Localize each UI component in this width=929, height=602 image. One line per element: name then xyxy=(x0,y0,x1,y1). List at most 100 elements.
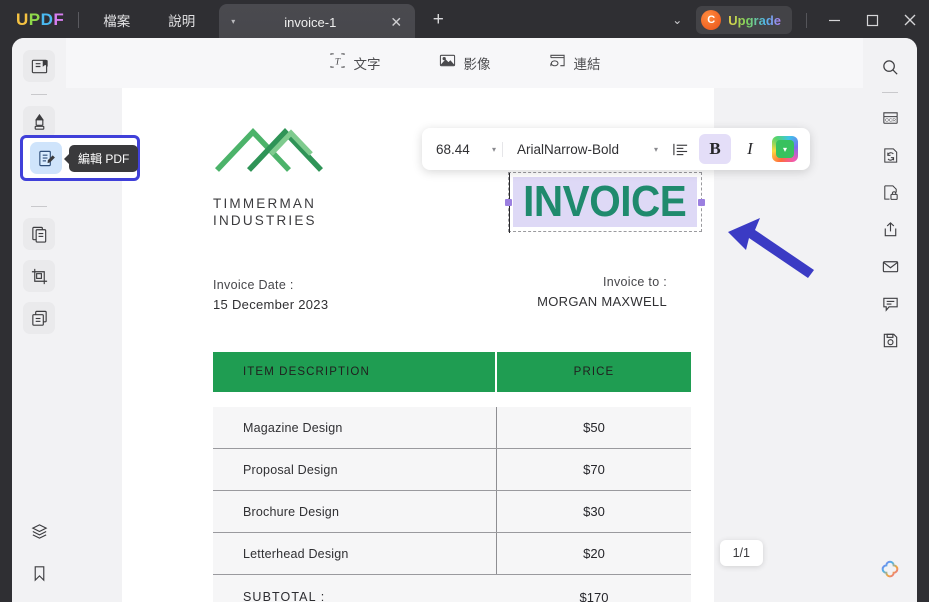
save-disk-icon[interactable] xyxy=(873,323,907,357)
table-subtotal-row[interactable]: SUBTOTAL : $170 xyxy=(213,575,691,602)
table-gap xyxy=(213,392,691,407)
share-upload-icon[interactable] xyxy=(873,212,907,246)
table-cell-price[interactable]: $70 xyxy=(497,449,691,490)
font-family-select[interactable]: ArialNarrow-Bold ▾ xyxy=(502,141,664,157)
subtotal-label: SUBTOTAL : xyxy=(243,590,326,602)
table-cell-price[interactable]: $30 xyxy=(497,491,691,532)
font-size-value: 68.44 xyxy=(436,141,470,157)
updf-logo: UPDF xyxy=(16,10,64,30)
protect-lock-icon[interactable] xyxy=(873,175,907,209)
upgrade-label: Upgrade xyxy=(728,12,781,28)
close-icon[interactable] xyxy=(891,0,929,40)
rail-layers-icon[interactable] xyxy=(30,522,49,546)
invoice-text-selection-box[interactable]: INVOICE xyxy=(505,172,705,233)
updf-window: UPDF 檔案 說明 ▾ invoice-1 ✕ + ⌄ C Upgrade 編… xyxy=(0,0,929,602)
company-name-line1: TIMMERMAN xyxy=(213,196,317,211)
table-header-cell-price: PRICE xyxy=(497,352,691,392)
upgrade-badge: C xyxy=(701,10,722,30)
subtotal-value: $170 xyxy=(579,589,609,602)
tool-image[interactable]: 影像 xyxy=(439,52,491,74)
font-color-picker-icon[interactable]: ▾ xyxy=(772,136,798,162)
color-swatch[interactable]: ▾ xyxy=(776,140,794,158)
tab-close-icon[interactable]: ✕ xyxy=(385,11,407,33)
tab-invoice-1[interactable]: ▾ invoice-1 ✕ xyxy=(219,4,416,40)
table-row[interactable]: Brochure Design $30 xyxy=(213,491,691,533)
rail-bookmark-icon[interactable] xyxy=(30,564,49,588)
table-row[interactable]: Letterhead Design $20 xyxy=(213,533,691,575)
svg-text:T: T xyxy=(334,57,340,67)
ocr-icon[interactable]: OCR xyxy=(873,101,907,135)
tool-link-label: 連結 xyxy=(573,57,601,72)
menu-help[interactable]: 說明 xyxy=(158,6,205,34)
chevron-down-icon[interactable]: ▾ xyxy=(654,145,658,154)
row-description: Proposal Design xyxy=(243,462,338,477)
right-rail-divider xyxy=(882,92,898,93)
rail-batch-pages-icon[interactable] xyxy=(23,302,55,334)
table-row[interactable]: Magazine Design $50 xyxy=(213,407,691,449)
tool-image-label: 影像 xyxy=(463,57,491,72)
upgrade-button[interactable]: C Upgrade xyxy=(696,6,792,34)
invoice-to-label: Invoice to : xyxy=(602,275,667,289)
row-price: $70 xyxy=(583,462,605,477)
text-box-icon: T xyxy=(329,52,346,74)
invoice-heading-text[interactable]: INVOICE xyxy=(523,177,687,227)
mail-icon[interactable] xyxy=(873,249,907,283)
logo-letter-u: U xyxy=(16,10,29,29)
rail-divider xyxy=(31,94,47,95)
new-tab-plus-icon[interactable]: + xyxy=(423,5,453,35)
bold-button[interactable]: B xyxy=(699,134,731,164)
selection-handle-right[interactable] xyxy=(698,199,705,206)
tab-title: invoice-1 xyxy=(284,14,337,30)
selection-handle-left[interactable] xyxy=(505,199,512,206)
edit-toolbar: T 文字 影像 連結 xyxy=(66,38,863,88)
chevron-down-icon[interactable]: ▾ xyxy=(492,145,496,154)
ai-flower-icon[interactable] xyxy=(879,559,901,586)
row-price: $30 xyxy=(583,504,605,519)
page-indicator[interactable]: 1/1 xyxy=(719,540,763,566)
subtotal-label-cell: SUBTOTAL : xyxy=(213,575,497,602)
company-name-line2: INDUSTRIES xyxy=(213,213,317,228)
minimize-icon[interactable] xyxy=(815,0,853,40)
table-cell-price[interactable]: $20 xyxy=(497,533,691,574)
column-header-item-description: ITEM DESCRIPTION xyxy=(243,366,370,378)
rail-crop-icon[interactable] xyxy=(23,260,55,292)
row-description: Magazine Design xyxy=(243,420,343,435)
rail-reader-icon[interactable] xyxy=(23,50,55,82)
left-toolbar-rail xyxy=(12,38,66,602)
table-cell-description[interactable]: Proposal Design xyxy=(213,449,497,490)
chevron-down-icon[interactable]: ⌄ xyxy=(658,13,696,27)
search-icon[interactable] xyxy=(873,50,907,84)
text-format-toolbar[interactable]: 68.44 ▾ ArialNarrow-Bold ▾ B I ▾ xyxy=(422,128,810,170)
italic-button[interactable]: I xyxy=(734,134,766,164)
row-description: Letterhead Design xyxy=(243,546,349,561)
menu-file[interactable]: 檔案 xyxy=(93,6,140,34)
rail-organize-pages-icon[interactable] xyxy=(23,218,55,250)
invoice-table: ITEM DESCRIPTION PRICE Magazine Design $… xyxy=(213,352,691,602)
tooltip-edit-pdf: 編輯 PDF xyxy=(69,145,139,172)
edit-pdf-icon[interactable] xyxy=(30,142,62,174)
font-size-select[interactable]: 68.44 ▾ xyxy=(422,142,502,157)
align-left-icon[interactable] xyxy=(664,134,696,164)
rail-annotate-marker-icon[interactable] xyxy=(23,106,55,138)
table-row[interactable]: Proposal Design $70 xyxy=(213,449,691,491)
table-cell-description[interactable]: Magazine Design xyxy=(213,407,497,448)
rail-edit-pdf-selected[interactable]: 編輯 PDF xyxy=(20,135,140,181)
invoice-to-value: MORGAN MAXWELL xyxy=(537,294,667,309)
convert-icon[interactable] xyxy=(873,138,907,172)
comment-icon[interactable] xyxy=(873,286,907,320)
left-rail-bottom xyxy=(12,522,66,588)
invoice-date-label: Invoice Date : xyxy=(213,278,294,292)
table-cell-description[interactable]: Brochure Design xyxy=(213,491,497,532)
row-description: Brochure Design xyxy=(243,504,340,519)
tool-link[interactable]: 連結 xyxy=(549,52,601,74)
svg-text:OCR: OCR xyxy=(885,117,896,123)
bold-label: B xyxy=(709,139,721,158)
titlebar-divider xyxy=(78,12,80,28)
invoice-text-highlight[interactable]: INVOICE xyxy=(513,177,697,227)
table-cell-description[interactable]: Letterhead Design xyxy=(213,533,497,574)
maximize-icon[interactable] xyxy=(853,0,891,40)
table-cell-price[interactable]: $50 xyxy=(497,407,691,448)
tool-text[interactable]: T 文字 xyxy=(329,52,381,74)
title-bar: UPDF 檔案 說明 ▾ invoice-1 ✕ + ⌄ C Upgrade xyxy=(0,0,929,40)
tool-text-label: 文字 xyxy=(353,57,381,72)
